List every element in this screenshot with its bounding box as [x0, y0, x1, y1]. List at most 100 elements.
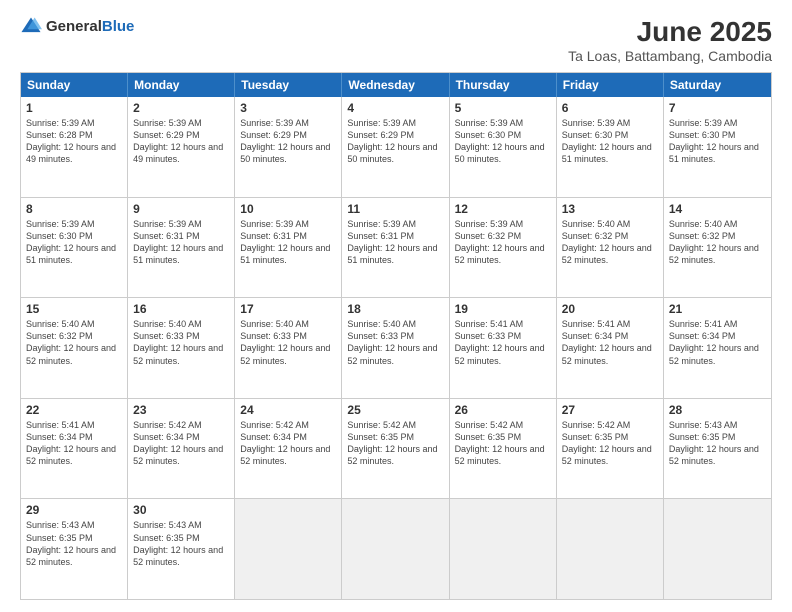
day-number: 14 — [669, 202, 766, 216]
day-number: 28 — [669, 403, 766, 417]
day-number: 4 — [347, 101, 443, 115]
calendar-cell: 19 Sunrise: 5:41 AM Sunset: 6:33 PM Dayli… — [450, 298, 557, 398]
calendar-cell: 26 Sunrise: 5:42 AM Sunset: 6:35 PM Dayli… — [450, 399, 557, 499]
day-number: 22 — [26, 403, 122, 417]
day-number: 15 — [26, 302, 122, 316]
calendar-cell: 14 Sunrise: 5:40 AM Sunset: 6:32 PM Dayli… — [664, 198, 771, 298]
day-info: Sunrise: 5:39 AM Sunset: 6:29 PM Dayligh… — [347, 117, 443, 166]
calendar-cell: 3 Sunrise: 5:39 AM Sunset: 6:29 PM Daylig… — [235, 97, 342, 197]
day-number: 17 — [240, 302, 336, 316]
logo-text: GeneralBlue — [46, 18, 134, 36]
calendar-cell — [235, 499, 342, 599]
calendar-cell: 10 Sunrise: 5:39 AM Sunset: 6:31 PM Dayli… — [235, 198, 342, 298]
day-info: Sunrise: 5:39 AM Sunset: 6:31 PM Dayligh… — [240, 218, 336, 267]
calendar-cell: 20 Sunrise: 5:41 AM Sunset: 6:34 PM Dayli… — [557, 298, 664, 398]
title-block: June 2025 Ta Loas, Battambang, Cambodia — [568, 16, 772, 64]
day-info: Sunrise: 5:41 AM Sunset: 6:34 PM Dayligh… — [669, 318, 766, 367]
calendar-cell: 11Sunrise: 5:39 AM Sunset: 6:31 PM Dayli… — [342, 198, 449, 298]
calendar-cell — [342, 499, 449, 599]
day-number: 18 — [347, 302, 443, 316]
calendar-week-1: 1Sunrise: 5:39 AM Sunset: 6:28 PM Daylig… — [21, 97, 771, 197]
header: GeneralBlue June 2025 Ta Loas, Battamban… — [20, 16, 772, 64]
day-info: Sunrise: 5:42 AM Sunset: 6:35 PM Dayligh… — [455, 419, 551, 468]
day-info: Sunrise: 5:39 AM Sunset: 6:28 PM Dayligh… — [26, 117, 122, 166]
calendar-cell: 24Sunrise: 5:42 AM Sunset: 6:34 PM Dayli… — [235, 399, 342, 499]
day-number: 6 — [562, 101, 658, 115]
calendar-cell: 1Sunrise: 5:39 AM Sunset: 6:28 PM Daylig… — [21, 97, 128, 197]
day-info: Sunrise: 5:43 AM Sunset: 6:35 PM Dayligh… — [133, 519, 229, 568]
calendar-week-4: 22 Sunrise: 5:41 AM Sunset: 6:34 PM Dayli… — [21, 398, 771, 499]
calendar-week-2: 8Sunrise: 5:39 AM Sunset: 6:30 PM Daylig… — [21, 197, 771, 298]
calendar-cell — [557, 499, 664, 599]
day-info: Sunrise: 5:42 AM Sunset: 6:34 PM Dayligh… — [133, 419, 229, 468]
day-number: 5 — [455, 101, 551, 115]
logo-general: General — [46, 18, 102, 35]
calendar-cell: 15Sunrise: 5:40 AM Sunset: 6:32 PM Dayli… — [21, 298, 128, 398]
day-info: Sunrise: 5:41 AM Sunset: 6:33 PM Dayligh… — [455, 318, 551, 367]
day-info: Sunrise: 5:39 AM Sunset: 6:30 PM Dayligh… — [669, 117, 766, 166]
day-number: 12 — [455, 202, 551, 216]
calendar-header: Sunday Monday Tuesday Wednesday Thursday… — [21, 73, 771, 97]
day-info: Sunrise: 5:40 AM Sunset: 6:33 PM Dayligh… — [347, 318, 443, 367]
page: GeneralBlue June 2025 Ta Loas, Battamban… — [0, 0, 792, 612]
calendar-week-5: 29 Sunrise: 5:43 AM Sunset: 6:35 PM Dayli… — [21, 498, 771, 599]
day-number: 20 — [562, 302, 658, 316]
day-number: 7 — [669, 101, 766, 115]
calendar-cell: 5 Sunrise: 5:39 AM Sunset: 6:30 PM Daylig… — [450, 97, 557, 197]
day-info: Sunrise: 5:39 AM Sunset: 6:30 PM Dayligh… — [562, 117, 658, 166]
calendar-cell: 16Sunrise: 5:40 AM Sunset: 6:33 PM Dayli… — [128, 298, 235, 398]
header-saturday: Saturday — [664, 73, 771, 97]
day-info: Sunrise: 5:42 AM Sunset: 6:35 PM Dayligh… — [562, 419, 658, 468]
calendar-cell: 9 Sunrise: 5:39 AM Sunset: 6:31 PM Daylig… — [128, 198, 235, 298]
calendar-cell: 6 Sunrise: 5:39 AM Sunset: 6:30 PM Daylig… — [557, 97, 664, 197]
calendar-cell: 28 Sunrise: 5:43 AM Sunset: 6:35 PM Dayli… — [664, 399, 771, 499]
day-info: Sunrise: 5:39 AM Sunset: 6:30 PM Dayligh… — [455, 117, 551, 166]
header-thursday: Thursday — [450, 73, 557, 97]
calendar-cell — [450, 499, 557, 599]
day-info: Sunrise: 5:41 AM Sunset: 6:34 PM Dayligh… — [562, 318, 658, 367]
calendar-cell: 7 Sunrise: 5:39 AM Sunset: 6:30 PM Daylig… — [664, 97, 771, 197]
day-number: 26 — [455, 403, 551, 417]
calendar-title: June 2025 — [568, 16, 772, 48]
calendar-cell: 25Sunrise: 5:42 AM Sunset: 6:35 PM Dayli… — [342, 399, 449, 499]
logo: GeneralBlue — [20, 16, 134, 38]
calendar-body: 1Sunrise: 5:39 AM Sunset: 6:28 PM Daylig… — [21, 97, 771, 599]
day-info: Sunrise: 5:41 AM Sunset: 6:34 PM Dayligh… — [26, 419, 122, 468]
header-tuesday: Tuesday — [235, 73, 342, 97]
day-number: 23 — [133, 403, 229, 417]
day-number: 13 — [562, 202, 658, 216]
calendar-week-3: 15Sunrise: 5:40 AM Sunset: 6:32 PM Dayli… — [21, 297, 771, 398]
calendar-cell: 8Sunrise: 5:39 AM Sunset: 6:30 PM Daylig… — [21, 198, 128, 298]
day-number: 19 — [455, 302, 551, 316]
calendar-cell: 29 Sunrise: 5:43 AM Sunset: 6:35 PM Dayli… — [21, 499, 128, 599]
day-number: 3 — [240, 101, 336, 115]
day-info: Sunrise: 5:43 AM Sunset: 6:35 PM Dayligh… — [26, 519, 122, 568]
day-number: 24 — [240, 403, 336, 417]
day-number: 11 — [347, 202, 443, 216]
day-info: Sunrise: 5:39 AM Sunset: 6:30 PM Dayligh… — [26, 218, 122, 267]
day-info: Sunrise: 5:39 AM Sunset: 6:29 PM Dayligh… — [240, 117, 336, 166]
day-number: 21 — [669, 302, 766, 316]
day-number: 10 — [240, 202, 336, 216]
day-info: Sunrise: 5:40 AM Sunset: 6:32 PM Dayligh… — [669, 218, 766, 267]
day-number: 16 — [133, 302, 229, 316]
calendar-cell: 27 Sunrise: 5:42 AM Sunset: 6:35 PM Dayli… — [557, 399, 664, 499]
day-info: Sunrise: 5:39 AM Sunset: 6:31 PM Dayligh… — [133, 218, 229, 267]
day-info: Sunrise: 5:39 AM Sunset: 6:32 PM Dayligh… — [455, 218, 551, 267]
day-number: 9 — [133, 202, 229, 216]
day-info: Sunrise: 5:40 AM Sunset: 6:32 PM Dayligh… — [562, 218, 658, 267]
calendar-cell: 21 Sunrise: 5:41 AM Sunset: 6:34 PM Dayli… — [664, 298, 771, 398]
day-number: 27 — [562, 403, 658, 417]
day-info: Sunrise: 5:39 AM Sunset: 6:29 PM Dayligh… — [133, 117, 229, 166]
logo-icon — [20, 16, 42, 38]
calendar: Sunday Monday Tuesday Wednesday Thursday… — [20, 72, 772, 600]
calendar-cell: 12 Sunrise: 5:39 AM Sunset: 6:32 PM Dayli… — [450, 198, 557, 298]
calendar-cell: 4 Sunrise: 5:39 AM Sunset: 6:29 PM Daylig… — [342, 97, 449, 197]
calendar-subtitle: Ta Loas, Battambang, Cambodia — [568, 48, 772, 64]
day-info: Sunrise: 5:43 AM Sunset: 6:35 PM Dayligh… — [669, 419, 766, 468]
header-wednesday: Wednesday — [342, 73, 449, 97]
calendar-cell: 23 Sunrise: 5:42 AM Sunset: 6:34 PM Dayli… — [128, 399, 235, 499]
day-number: 29 — [26, 503, 122, 517]
day-number: 30 — [133, 503, 229, 517]
header-friday: Friday — [557, 73, 664, 97]
